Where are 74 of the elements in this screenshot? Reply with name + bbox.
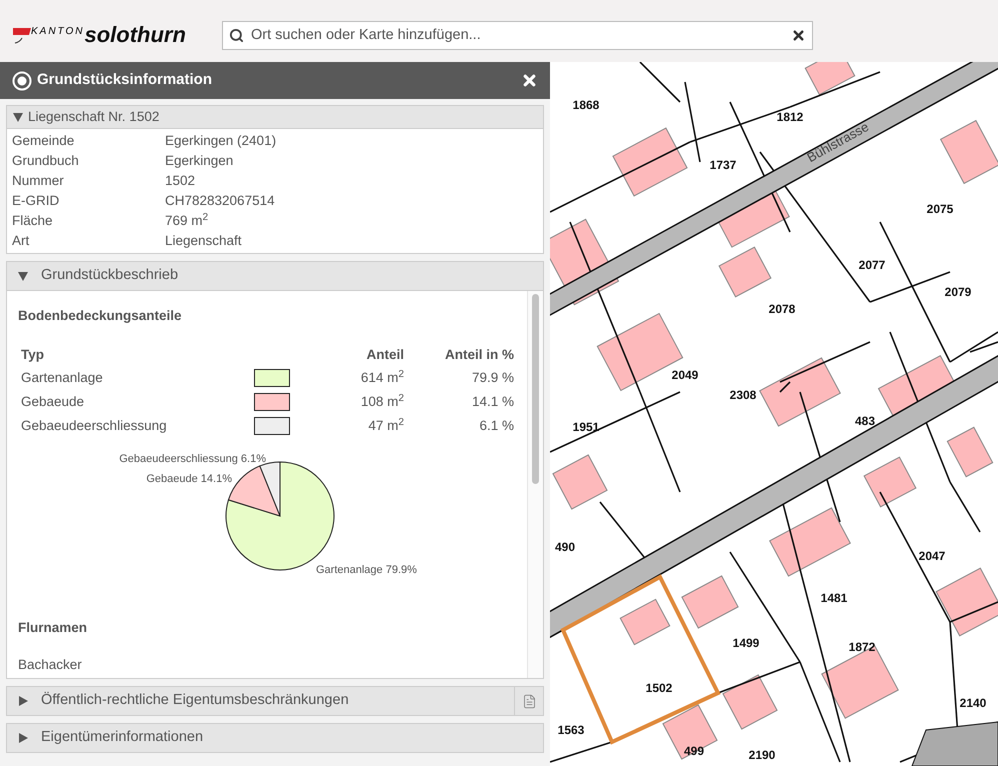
parcel-number: 2047 [918,549,946,563]
parcel-number: 2079 [944,285,972,299]
logo-flag-icon [11,26,31,44]
field-value: Egerkingen (2401) [165,132,276,150]
parcel-number: 2075 [926,202,954,216]
section-title: Öffentlich-rechtliche Eigentumsbeschränkungen [41,690,349,710]
close-icon[interactable] [521,72,538,89]
table-cell-text: 47 m$^{2}$ [367,416,404,436]
parcel-number: 2078 [768,302,796,316]
pie-label: Gebaeude 14.1% [146,473,232,486]
column-header: Anteil in % [444,346,514,364]
section-header[interactable]: Liegenschaft Nr. 1502 [6,105,544,129]
section-title: Eigentümerinformationen [41,728,204,748]
section-title: Liegenschaft Nr. 1502 [28,108,160,126]
table-cell: Gartenanlage [18,366,254,390]
parcel-number: 2308 [730,388,756,402]
column-header: Typ [20,346,45,364]
table-cell-text: 108 m$^{2}$ [360,392,404,412]
parcel-number: 1499 [732,636,760,650]
field-label: Fläche [11,212,54,230]
table-cell-text: 614 m$^{2}$ [360,368,404,388]
field-label: E-GRID [11,192,60,210]
parcel-number: 1481 [820,591,848,605]
expanded-triangle-icon [12,111,24,123]
parcel-number: 499 [684,744,704,758]
section-header[interactable]: Grundstückbeschrieb [6,261,544,291]
table-cell-text: 6.1 % [478,417,514,436]
radio-circle-icon [12,70,32,90]
field-value: Bachacker [18,656,83,674]
table-cell: Gebaeudeerschliessung [18,414,254,438]
field-value: Liegenschaft [165,232,242,250]
parcel-number: 2190 [748,748,776,762]
field-value: CH782832067514 [165,192,275,210]
parcel-number: 483 [854,414,876,428]
pdf-file-icon[interactable] [522,694,536,708]
expanded-triangle-icon [17,270,29,282]
collapsed-triangle-icon [17,695,29,707]
parcel-number: 1563 [558,723,584,737]
parcel-number: 1737 [710,158,736,172]
field-value: 1502 [165,172,196,190]
field-value: Egerkingen [165,152,234,170]
section-heading: Flurnamen [18,619,88,638]
field-label: Art [11,232,30,250]
parcel-number: 1502 [646,681,672,695]
field-label: Nummer [11,172,65,190]
parcel-number: 490 [554,540,576,554]
field-label: Gemeinde [11,132,76,150]
panel-title: Grundstücksinformation [37,70,214,90]
clear-icon[interactable] [791,28,806,42]
parcel-number: 2049 [672,368,698,382]
scrollbar[interactable] [527,291,543,678]
collapsed-triangle-icon [17,732,29,744]
pie-label: Gebaeudeerschliessung 6.1% [119,453,266,466]
parcel-number: 1868 [572,98,600,112]
search-field[interactable]: Ort suchen oder Karte hinzufügen... [222,20,813,50]
field-value: 769 m$^{2}$ [165,210,208,230]
table-cell-text: 14.1 % [470,393,514,412]
column-header: Anteil [365,346,404,364]
logo-text: solothurn [84,24,186,46]
section-heading: Bodenbedeckungsanteile [18,307,183,325]
parcel-number: 2140 [960,696,986,710]
section-header[interactable]: Eigentümerinformationen [6,723,544,753]
section-header[interactable]: Öffentlich-rechtliche Eigentumsbeschränkungen [6,686,544,716]
section-title: Grundstückbeschrieb [41,266,178,286]
parcel-number: 2077 [858,258,886,272]
table-cell: Gebaeude [18,390,254,414]
parcel-number: 1812 [776,110,804,124]
search-icon [229,28,244,42]
table-cell-text: 79.9 % [470,369,514,388]
pie-label: Gartenanlage 79.9% [316,564,417,576]
field-label: Grundbuch [11,152,80,170]
parcel-number: 1872 [848,640,876,654]
parcel-number: 1951 [572,420,600,434]
logo-text-small: KANTON [31,25,84,39]
